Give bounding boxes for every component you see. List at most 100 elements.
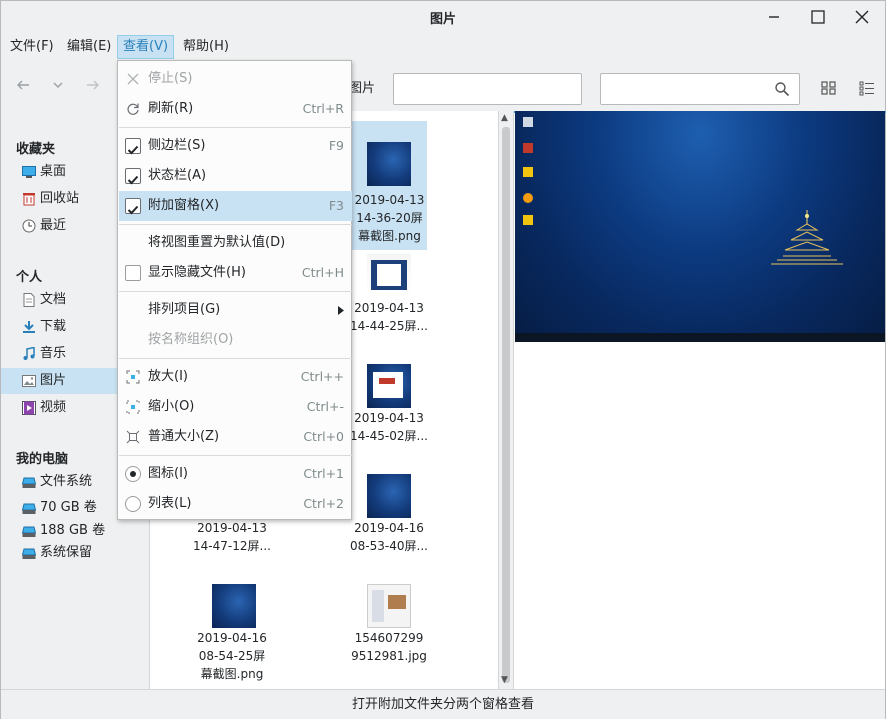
minimize-button[interactable]	[760, 5, 788, 29]
menu-item-sidebar[interactable]: 侧边栏(S) F9	[119, 131, 352, 161]
title-bar: 图片	[1, 1, 885, 33]
back-button[interactable]	[11, 73, 35, 97]
scroll-up-icon[interactable]: ▲	[501, 113, 508, 123]
sidebar-item-label: 图片	[40, 373, 67, 388]
video-icon	[22, 401, 36, 415]
radio-unselected-icon[interactable]	[125, 496, 141, 512]
location-field[interactable]	[393, 73, 582, 105]
menu-separator	[119, 358, 352, 359]
maximize-button[interactable]	[804, 5, 832, 29]
menu-bar: 文件(F) 编辑(E) 查看(V) 帮助(H)	[1, 33, 885, 61]
file-thumbnail	[367, 254, 411, 298]
menu-view[interactable]: 查看(V)	[117, 35, 175, 59]
menu-item-refresh[interactable]: 刷新(R) Ctrl+R	[119, 94, 352, 124]
sidebar-item-label: 70 GB 卷	[40, 500, 97, 515]
temple-illustration	[771, 210, 843, 265]
desktop-shortcut-icon	[523, 117, 533, 127]
file-name: 2019-04-16 08-53-40屏...	[350, 521, 428, 553]
desktop-shortcut-icon	[523, 143, 533, 153]
vertical-scrollbar[interactable]: ▲ ▼	[498, 111, 512, 689]
computer-header: 我的电脑	[16, 452, 69, 467]
music-icon	[23, 347, 35, 360]
file-thumbnail	[212, 584, 256, 628]
menu-item-organize-by-name[interactable]: 按名称组织(O)	[119, 325, 352, 355]
scrollbar-thumb[interactable]	[502, 127, 510, 683]
arrow-right-icon	[87, 80, 99, 90]
file-manager-window: 图片 文件(F) 编辑(E) 查看(V) 帮助(H) 图片 收藏夹 桌面 回收站…	[0, 0, 886, 719]
menu-edit[interactable]: 编辑(E)	[62, 35, 116, 59]
checkbox-checked-icon[interactable]	[125, 138, 141, 155]
minimize-icon	[769, 16, 779, 18]
file-name: 2019-04-13 14-44-25屏...	[350, 301, 428, 333]
search-icon	[775, 82, 790, 97]
file-thumbnail	[367, 584, 411, 628]
file-item[interactable]: 2019-04-13 14-36-20屏 幕截图.png	[352, 121, 427, 250]
search-input[interactable]	[600, 73, 800, 105]
refresh-icon	[127, 103, 139, 115]
menu-item-reset-view[interactable]: 将视图重置为默认值(D)	[119, 228, 352, 258]
file-item[interactable]: 154607299 9512981.jpg	[341, 581, 437, 671]
sidebar-item-label: 音乐	[40, 346, 67, 361]
details-view-icon[interactable]	[858, 79, 876, 97]
file-item[interactable]: 2019-04-16 08-54-25屏 幕截图.png	[184, 581, 280, 689]
view-menu: 停止(S) 刷新(R) Ctrl+R 侧边栏(S) F9 状态栏(A) 附加窗格…	[117, 60, 352, 520]
zoom-in-icon	[126, 370, 140, 384]
breadcrumb-pictures[interactable]: 图片	[349, 73, 393, 105]
menu-item-list-view[interactable]: 列表(L) Ctrl+2	[119, 489, 352, 519]
close-icon	[855, 10, 869, 24]
scroll-down-icon[interactable]: ▼	[501, 675, 508, 685]
menu-item-show-hidden[interactable]: 显示隐藏文件(H) Ctrl+H	[119, 258, 352, 288]
file-name: 2019-04-13 14-45-02屏...	[350, 411, 428, 443]
desktop-icon	[22, 166, 36, 178]
sidebar-item-label: 桌面	[40, 164, 67, 179]
menu-item-extra-pane[interactable]: 附加窗格(X) F3	[119, 191, 352, 221]
checkbox-unchecked-icon[interactable]	[125, 265, 141, 281]
menu-separator	[119, 127, 352, 128]
menu-file[interactable]: 文件(F)	[5, 35, 59, 59]
menu-help[interactable]: 帮助(H)	[178, 35, 234, 59]
maximize-icon	[811, 10, 825, 24]
window-title: 图片	[429, 12, 456, 27]
menu-separator	[119, 291, 352, 292]
sidebar-item-label: 最近	[40, 218, 67, 233]
favorites-header: 收藏夹	[16, 142, 56, 157]
file-name: 2019-04-13 14-36-20屏 幕截图.png	[354, 193, 425, 243]
checkbox-checked-icon[interactable]	[125, 168, 141, 185]
drive-icon	[22, 548, 36, 559]
file-thumbnail	[367, 142, 411, 186]
file-item[interactable]: 2019-04-13 14-44-25屏...	[341, 251, 437, 341]
pictures-icon	[22, 375, 36, 387]
status-bar: 打开附加文件夹分两个窗格查看	[1, 689, 885, 719]
close-button[interactable]	[848, 5, 876, 29]
menu-item-statusbar[interactable]: 状态栏(A)	[119, 161, 352, 191]
icon-view-icon[interactable]	[820, 79, 838, 97]
menu-item-arrange[interactable]: 排列项目(G)	[119, 295, 352, 325]
checkbox-checked-icon[interactable]	[125, 198, 141, 215]
menu-item-zoom-in[interactable]: 放大(I) Ctrl++	[119, 362, 352, 392]
desktop-shortcut-icon	[523, 193, 533, 203]
sidebar-item-label: 回收站	[40, 191, 80, 206]
radio-selected-icon[interactable]	[125, 466, 141, 482]
menu-item-stop[interactable]: 停止(S)	[119, 64, 352, 94]
history-dropdown[interactable]	[46, 73, 70, 97]
sidebar-item-label: 文档	[40, 292, 67, 307]
menu-item-zoom-out[interactable]: 缩小(O) Ctrl+-	[119, 392, 352, 422]
zoom-out-icon	[126, 400, 140, 414]
chevron-down-icon	[53, 82, 63, 88]
sidebar-item-label: 文件系统	[40, 474, 93, 489]
menu-item-icons-view[interactable]: 图标(I) Ctrl+1	[119, 459, 352, 489]
file-item[interactable]: 2019-04-16 08-53-40屏...	[341, 471, 437, 561]
document-icon	[23, 293, 35, 307]
file-name: 2019-04-13 14-47-12屏...	[193, 521, 271, 553]
menu-separator	[119, 455, 352, 456]
forward-button[interactable]	[81, 73, 105, 97]
normal-size-icon	[126, 430, 140, 444]
preview-taskbar	[515, 333, 885, 342]
sidebar-item-label: 188 GB 卷	[40, 523, 106, 538]
desktop-shortcut-icon	[523, 167, 533, 177]
file-item[interactable]: 2019-04-13 14-45-02屏...	[341, 361, 437, 451]
menu-item-normal-size[interactable]: 普通大小(Z) Ctrl+0	[119, 422, 352, 452]
sidebar-item-system-reserved[interactable]: 系统保留	[1, 540, 149, 566]
stop-icon	[127, 73, 139, 85]
image-preview[interactable]	[515, 111, 885, 342]
